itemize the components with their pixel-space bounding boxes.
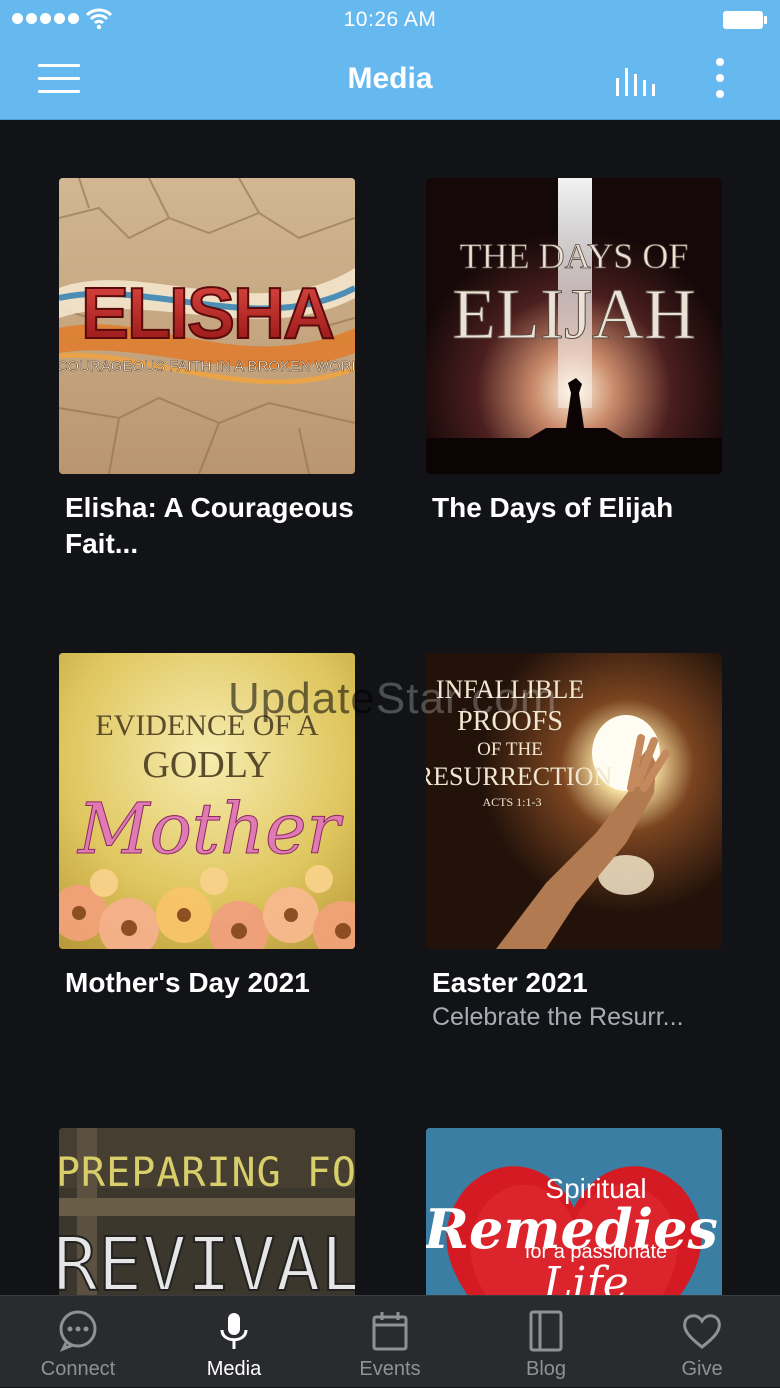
elisha-art-title: ELISHA <box>81 274 334 354</box>
elijah-art-top: THE DAYS OF <box>460 236 689 276</box>
media-title: Elisha: A Courageous Fait... <box>65 492 354 559</box>
remedies-artwork: Spiritual Remedies for a passionate Life <box>426 1128 722 1295</box>
mothers-art-line3: Mother <box>76 788 343 870</box>
elisha-artwork: ELISHA A COURAGEOUS FAITH IN A BROKEN WO… <box>59 178 355 474</box>
microphone-icon <box>220 1313 248 1349</box>
tab-media[interactable]: Media <box>156 1296 312 1388</box>
media-title: Easter 2021 <box>432 967 588 998</box>
media-title: The Days of Elijah <box>432 492 674 523</box>
media-thumbnail: PREPARING FOR REVIVAL <box>59 1128 355 1295</box>
easter-art-line5: ACTS 1:1-3 <box>482 795 541 809</box>
easter-art-line2: PROOFS <box>457 706 563 737</box>
heart-icon <box>683 1314 721 1349</box>
book-icon <box>529 1310 563 1352</box>
elijah-artwork: THE DAYS OF ELIJAH <box>426 178 722 474</box>
page-title: Media <box>347 62 433 95</box>
easter-artwork: INFALLIBLE PROOFS OF THE RESURRECTION AC… <box>426 653 722 949</box>
revival-art-line2: REVIVAL <box>59 1222 355 1295</box>
audio-bars-icon[interactable] <box>612 60 660 100</box>
bottom-tab-bar: Connect Media Events Blog Give <box>0 1295 780 1387</box>
calendar-icon <box>372 1312 408 1351</box>
media-title: Mother's Day 2021 <box>65 967 310 998</box>
revival-art-line1: PREPARING FOR <box>59 1150 355 1196</box>
media-subtitle: Celebrate the Resurr... <box>432 1003 684 1031</box>
tab-blog[interactable]: Blog <box>468 1296 624 1388</box>
tab-events[interactable]: Events <box>312 1296 468 1388</box>
battery-icon <box>723 11 767 29</box>
remedies-art-line4: Life <box>542 1258 629 1295</box>
media-thumbnail: THE DAYS OF ELIJAH <box>426 178 722 474</box>
tab-give[interactable]: Give <box>624 1296 780 1388</box>
media-thumbnail: ELISHA A COURAGEOUS FAITH IN A BROKEN WO… <box>59 178 355 474</box>
chat-bubble-icon <box>59 1310 97 1352</box>
tab-label: Events <box>359 1358 421 1380</box>
media-thumbnail: Spiritual Remedies for a passionate Life <box>426 1128 722 1295</box>
mothers-art-line1: EVIDENCE OF A <box>95 709 319 742</box>
mothers-art-line2: GODLY <box>142 744 271 786</box>
navigation-bar: Media <box>0 40 780 120</box>
media-card-elisha[interactable]: ELISHA A COURAGEOUS FAITH IN A BROKEN WO… <box>59 178 355 562</box>
media-card-easter[interactable]: INFALLIBLE PROOFS OF THE RESURRECTION AC… <box>426 653 722 1033</box>
elijah-art-bottom: ELIJAH <box>452 274 696 354</box>
easter-art-line1: INFALLIBLE <box>436 675 584 704</box>
media-thumbnail: INFALLIBLE PROOFS OF THE RESURRECTION AC… <box>426 653 722 949</box>
more-options-icon[interactable] <box>706 56 734 104</box>
tab-label: Blog <box>525 1358 567 1380</box>
mothers-day-artwork: EVIDENCE OF A GODLY Mother <box>59 653 355 949</box>
media-card-revival[interactable]: PREPARING FOR REVIVAL <box>59 1128 355 1295</box>
tab-label: Give <box>681 1358 723 1380</box>
media-card-elijah[interactable]: THE DAYS OF ELIJAH The Days of Elijah <box>426 178 722 526</box>
tab-label: Connect <box>40 1358 116 1380</box>
easter-art-line3: OF THE <box>477 739 543 760</box>
media-grid: ELISHA A COURAGEOUS FAITH IN A BROKEN WO… <box>0 121 780 1295</box>
media-thumbnail: EVIDENCE OF A GODLY Mother <box>59 653 355 949</box>
media-card-mothers-day[interactable]: EVIDENCE OF A GODLY Mother Mother's Day … <box>59 653 355 1001</box>
tab-connect[interactable]: Connect <box>0 1296 156 1388</box>
status-bar: 10:26 AM <box>0 0 780 40</box>
revival-artwork: PREPARING FOR REVIVAL <box>59 1128 355 1295</box>
elisha-art-subtitle: A COURAGEOUS FAITH IN A BROKEN WORLD <box>59 358 355 375</box>
easter-art-line4: RESURRECTION <box>426 762 612 791</box>
status-time: 10:26 AM <box>343 8 437 31</box>
tab-label: Media <box>206 1358 262 1380</box>
media-card-spiritual-remedies[interactable]: Spiritual Remedies for a passionate Life <box>426 1128 722 1295</box>
